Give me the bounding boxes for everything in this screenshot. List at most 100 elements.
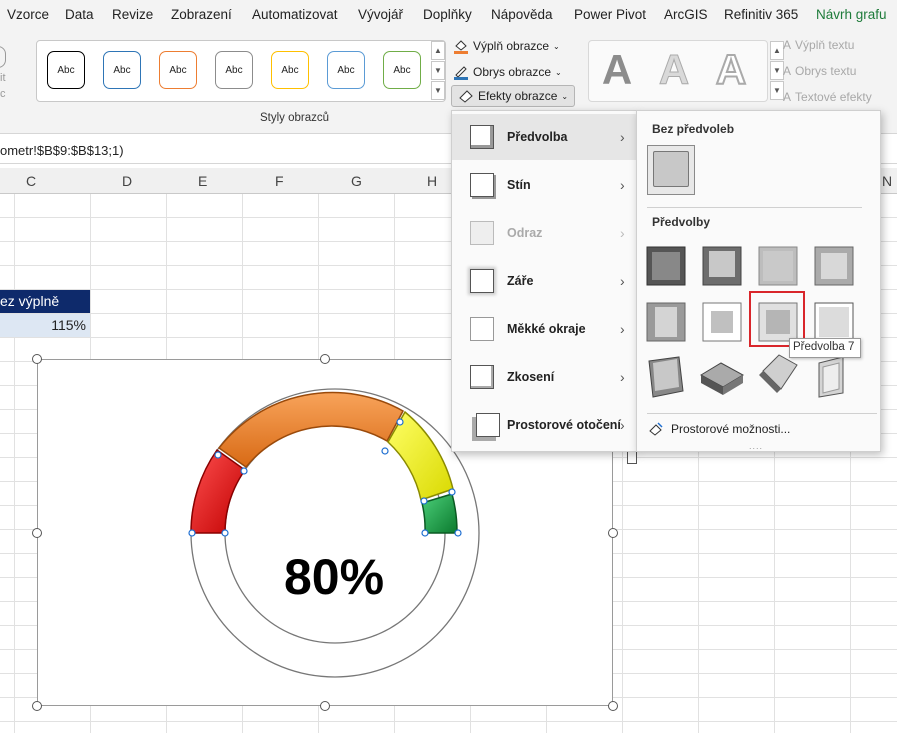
gallery-scroll-up[interactable]: ▲ xyxy=(431,41,445,60)
resize-handle-t[interactable] xyxy=(320,354,330,364)
gauge-segment-yellow[interactable] xyxy=(387,410,454,501)
menu-item-label: Stín xyxy=(507,178,531,192)
shape-effects-button[interactable]: Efekty obrazce ⌄ xyxy=(451,85,576,107)
col-header-c[interactable]: C xyxy=(26,173,36,189)
left-cut-label-2: c xyxy=(0,88,6,100)
col-header-h[interactable]: H xyxy=(427,173,437,189)
preset-10[interactable] xyxy=(699,362,745,395)
shape-outline-button[interactable]: Obrys obrazce ⌄ xyxy=(453,61,562,83)
col-header-e[interactable]: E xyxy=(198,173,207,189)
tab-vyvojar[interactable]: Vývojář xyxy=(358,7,403,22)
style-swatch-black[interactable]: Abc xyxy=(47,51,85,89)
preset-12[interactable] xyxy=(818,356,844,398)
tab-refinitiv[interactable]: Refinitiv 365 xyxy=(724,7,798,22)
wordart-style-3[interactable]: A xyxy=(705,44,757,96)
glow-icon xyxy=(470,269,494,293)
text-fill-button[interactable]: A Výplň textu xyxy=(783,38,854,52)
shadow-icon xyxy=(470,173,494,197)
tab-navrh-grafu[interactable]: Návrh grafu xyxy=(816,7,887,22)
preset-none[interactable] xyxy=(647,145,695,195)
wordart-style-1[interactable]: A xyxy=(591,44,643,96)
tab-doplnky[interactable]: Doplňky xyxy=(423,7,472,22)
preset-11[interactable] xyxy=(759,354,798,393)
reflection-icon xyxy=(470,221,494,245)
style-swatch-lightblue[interactable]: Abc xyxy=(327,51,365,89)
style-swatch-gray[interactable]: Abc xyxy=(215,51,253,89)
text-outline-icon: A xyxy=(783,64,792,78)
preset-9[interactable] xyxy=(648,356,684,398)
chevron-right-icon: › xyxy=(620,321,625,337)
ribbon-tabs: Vzorce Data Revize Zobrazení Automatizov… xyxy=(0,0,897,30)
gallery-expand[interactable]: ▼ xyxy=(431,81,445,100)
menu-item-label: Předvolba xyxy=(507,130,568,144)
menu-item-label: Prostorové otočení xyxy=(507,418,621,432)
chevron-right-icon: › xyxy=(620,417,625,433)
preset-4[interactable] xyxy=(814,246,854,286)
text-effects-label: Textové efekty xyxy=(795,90,872,104)
resize-handle-l[interactable] xyxy=(32,528,42,538)
menu-item-stin[interactable]: Stín › xyxy=(452,162,636,208)
resize-handle-r[interactable] xyxy=(608,528,618,538)
shape-fill-button[interactable]: Výplň obrazce ⌄ xyxy=(453,35,560,57)
tab-vzorce[interactable]: Vzorce xyxy=(7,7,49,22)
resize-handle-tl[interactable] xyxy=(32,354,42,364)
gallery-scroll-down[interactable]: ▼ xyxy=(431,61,445,80)
wordart-style-2[interactable]: A xyxy=(648,44,700,96)
resize-handle-br[interactable] xyxy=(608,701,618,711)
preset-5[interactable] xyxy=(646,302,686,342)
submenu-resize-grip[interactable]: .... xyxy=(749,441,763,451)
text-fill-label: Výplň textu xyxy=(795,38,855,52)
shape-styles-gallery: Abc Abc Abc Abc Abc Abc Abc xyxy=(36,40,446,102)
tab-data[interactable]: Data xyxy=(65,7,94,22)
menu-item-zare[interactable]: Záře › xyxy=(452,258,636,304)
menu-item-mekke-okraje[interactable]: Měkké okraje › xyxy=(452,306,636,352)
tab-arcgis[interactable]: ArcGIS xyxy=(664,7,708,22)
text-effects-button[interactable]: A Textové efekty xyxy=(783,90,872,104)
resize-handle-b[interactable] xyxy=(320,701,330,711)
gauge-segment-red[interactable] xyxy=(190,448,247,534)
wordart-scroll-down[interactable]: ▼ xyxy=(770,61,784,80)
resize-handle-bl[interactable] xyxy=(32,701,42,711)
cell-value-115[interactable]: 115% xyxy=(0,314,90,337)
text-fill-icon: A xyxy=(783,38,792,52)
tab-revize[interactable]: Revize xyxy=(112,7,153,22)
col-header-g[interactable]: G xyxy=(351,173,362,189)
wordart-scroll-up[interactable]: ▲ xyxy=(770,41,784,60)
style-swatch-green[interactable]: Abc xyxy=(383,51,421,89)
menu-item-predvolba[interactable]: Předvolba › xyxy=(452,114,636,160)
col-header-d[interactable]: D xyxy=(122,173,132,189)
col-header-f[interactable]: F xyxy=(275,173,284,189)
menu-item-label: Zkosení xyxy=(507,370,555,384)
tab-power-pivot[interactable]: Power Pivot xyxy=(574,7,646,22)
text-outline-button[interactable]: A Obrys textu xyxy=(783,64,856,78)
gauge-value-label: 80% xyxy=(284,549,385,605)
3d-rotation-icon xyxy=(476,413,500,437)
wordart-expand[interactable]: ▼ xyxy=(770,81,784,100)
preset-8[interactable] xyxy=(814,302,854,342)
preset-1[interactable] xyxy=(646,246,686,286)
menu-item-label: Měkké okraje xyxy=(507,322,586,336)
tab-napoveda[interactable]: Nápověda xyxy=(491,7,553,22)
preset-6[interactable] xyxy=(702,302,742,342)
style-swatch-gold[interactable]: Abc xyxy=(271,51,309,89)
style-swatch-orange[interactable]: Abc xyxy=(159,51,197,89)
bevel-icon xyxy=(470,365,494,389)
left-cut-icon xyxy=(0,46,6,68)
gauge-segment-orange[interactable] xyxy=(217,391,405,469)
tab-zobrazeni[interactable]: Zobrazení xyxy=(171,7,232,22)
menu-item-prostorove-otoceni[interactable]: Prostorové otočení › xyxy=(452,402,636,448)
text-outline-label: Obrys textu xyxy=(795,64,857,78)
paint-bucket-icon xyxy=(453,38,469,54)
cell-header-bez-vyplne[interactable]: ez výplně xyxy=(0,290,90,313)
style-swatch-blue[interactable]: Abc xyxy=(103,51,141,89)
3d-options-label: Prostorové možnosti... xyxy=(671,422,791,436)
separator xyxy=(647,413,877,414)
preset-2[interactable] xyxy=(702,246,742,286)
menu-item-zkoseni[interactable]: Zkosení › xyxy=(452,354,636,400)
col-header-n[interactable]: N xyxy=(882,173,892,189)
tab-automatizovat[interactable]: Automatizovat xyxy=(252,7,338,22)
chevron-down-icon: ⌄ xyxy=(553,41,560,51)
3d-options-button[interactable]: Prostorové možnosti... xyxy=(649,422,790,436)
preset-3[interactable] xyxy=(758,246,798,286)
menu-item-odraz[interactable]: Odraz › xyxy=(452,210,636,256)
